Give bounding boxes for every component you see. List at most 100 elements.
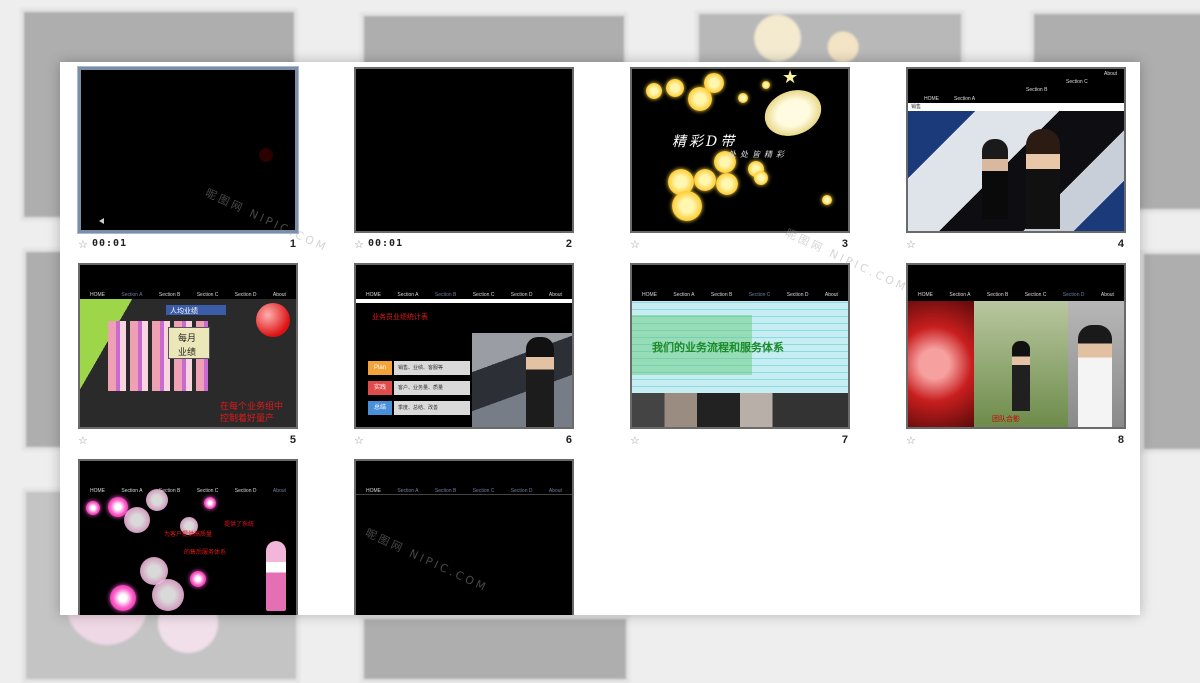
chart-label: 人均业绩: [170, 307, 198, 315]
slide-thumbnail[interactable]: HOME Section A Section B Section C Secti…: [78, 459, 298, 615]
bg-thumb: [1140, 250, 1200, 453]
nav-item: Section D: [510, 292, 533, 298]
star-icon: ☆: [354, 435, 364, 447]
info-strip: [908, 103, 1124, 111]
slide-thumbnail[interactable]: [354, 67, 574, 233]
nav-item: About: [824, 292, 838, 298]
slide-title: 精彩D带: [672, 134, 738, 150]
nav-item: Section C: [1024, 292, 1047, 298]
pink-bubble: [146, 489, 168, 511]
slide-nav-bar: HOME Section A Section B Section C Secti…: [908, 265, 1124, 299]
nav-item: Section C: [196, 292, 219, 298]
person-silhouette: [1026, 129, 1060, 229]
nav-item: Section C: [748, 292, 771, 298]
slide-3[interactable]: ★ 精彩D带 处处皆精彩 ☆ 3: [630, 67, 850, 256]
slide-text: 提供了系统: [224, 521, 255, 528]
row-label: 总结: [368, 401, 392, 415]
yellow-bubble: [704, 73, 724, 93]
yellow-bubble: [822, 195, 832, 205]
slide-2[interactable]: ☆ 00:01 2: [354, 67, 574, 256]
yellow-bubble: [716, 173, 738, 195]
nav-item: About: [1104, 71, 1118, 77]
slide-number: 5: [289, 434, 296, 446]
pink-bubble: [86, 501, 100, 515]
nav-item: HOME: [918, 292, 933, 298]
person-silhouette: [526, 337, 554, 427]
slide-text: 为客户提供高质量: [164, 531, 213, 538]
row-label: 实践: [368, 381, 392, 395]
star-icon: ☆: [78, 239, 88, 251]
photo-caption: 团队合影: [992, 415, 1020, 423]
play-triangle-icon: [99, 218, 104, 224]
star-icon: ☆: [906, 435, 916, 447]
slide-thumbnail[interactable]: [77, 66, 299, 234]
slide-thumbnail[interactable]: HOME Section A Section B Section C Secti…: [906, 263, 1126, 429]
girl-illustration: [266, 541, 286, 611]
slide-timing: 00:01: [92, 238, 128, 249]
office-photo: [908, 111, 1124, 231]
nav-item: Section A: [954, 96, 976, 102]
box-text: 每月: [178, 334, 197, 344]
yellow-bubble: [762, 81, 770, 89]
star-icon: ☆: [906, 239, 916, 251]
yellow-bubble: [646, 83, 662, 99]
slide-6[interactable]: HOME Section A Section B Section C Secti…: [354, 263, 574, 452]
slide-9[interactable]: HOME Section A Section B Section C Secti…: [78, 459, 298, 615]
slide-number: 2: [565, 238, 572, 250]
slide-text: 的售后服务体系: [184, 549, 227, 556]
nav-item: Section B: [986, 292, 1009, 298]
slide-number: 7: [841, 434, 848, 446]
slide-nav-bar: HOME Section A Section B Section C Secti…: [80, 265, 296, 299]
slide-nav-bar: HOME Section A Section B Section C Secti…: [356, 461, 572, 495]
red-orb: [256, 303, 290, 337]
nav-item: Section B: [434, 292, 457, 298]
slide-thumbnail[interactable]: HOME Section A Section B Section C Secti…: [354, 263, 574, 429]
slide-5[interactable]: HOME Section A Section B Section C Secti…: [78, 263, 298, 452]
nav-item: HOME: [90, 488, 105, 494]
slide-number: 6: [565, 434, 572, 446]
dove-icon: [758, 82, 828, 144]
pink-bubble: [204, 497, 216, 509]
slide-4[interactable]: About Section C Section B Section A HOME…: [906, 67, 1126, 256]
slide-8[interactable]: HOME Section A Section B Section C Secti…: [906, 263, 1126, 452]
photo-strip: [632, 393, 848, 427]
slide-thumbnail[interactable]: HOME Section A Section B Section C Secti…: [78, 263, 298, 429]
yellow-bubble: [672, 191, 702, 221]
slide-number: 4: [1117, 238, 1124, 250]
slide-headline: 业务员业绩统计表: [372, 313, 428, 321]
nav-item: Section C: [1066, 79, 1088, 85]
row-text: 季度、总结、改善: [394, 401, 470, 415]
slide-subtitle: 处处皆精彩: [728, 150, 788, 159]
nav-item: HOME: [924, 96, 939, 102]
slide-number: 8: [1117, 434, 1124, 446]
slide-timing: 00:01: [368, 238, 404, 249]
nav-item: Section B: [1026, 87, 1048, 93]
slide-sorter-panel: ☆ 00:01 1 ☆ 00:01 2 ★ 精彩D带 处处皆精彩 ☆ 3 Abo…: [60, 62, 1140, 615]
nav-item: About: [1100, 292, 1114, 298]
star-icon: ☆: [630, 239, 640, 251]
slide-nav-bar: HOME Section A Section B Section C Secti…: [632, 265, 848, 299]
thin-strip: [356, 299, 572, 303]
nav-item: Section C: [196, 488, 219, 494]
slide-thumbnail[interactable]: HOME Section A Section B Section C Secti…: [630, 263, 850, 429]
pink-bubble: [152, 579, 184, 611]
slide-headline: 我们的业务流程和服务体系: [652, 341, 784, 354]
pink-bubble: [190, 571, 206, 587]
slide-nav-bar: HOME Section A Section B Section C Secti…: [80, 461, 296, 495]
slide-thumbnail[interactable]: ★ 精彩D带 处处皆精彩: [630, 67, 850, 233]
nav-item: HOME: [90, 292, 105, 298]
slide-thumbnail[interactable]: About Section C Section B Section A HOME…: [906, 67, 1126, 233]
star-icon: ☆: [354, 239, 364, 251]
nav-item: Section B: [710, 292, 733, 298]
nav-item: About: [272, 292, 286, 298]
nav-item: Section A: [949, 292, 971, 298]
nav-item: HOME: [366, 292, 381, 298]
nav-item: About: [272, 488, 286, 494]
slide-nav-bar: HOME Section A Section B Section C Secti…: [356, 265, 572, 299]
office-photo: [472, 333, 572, 427]
slide-7[interactable]: HOME Section A Section B Section C Secti…: [630, 263, 850, 452]
nav-item: Section D: [234, 488, 257, 494]
person-silhouette: [1012, 341, 1030, 411]
yellow-bubble: [754, 171, 768, 185]
star-icon: ☆: [78, 435, 88, 447]
